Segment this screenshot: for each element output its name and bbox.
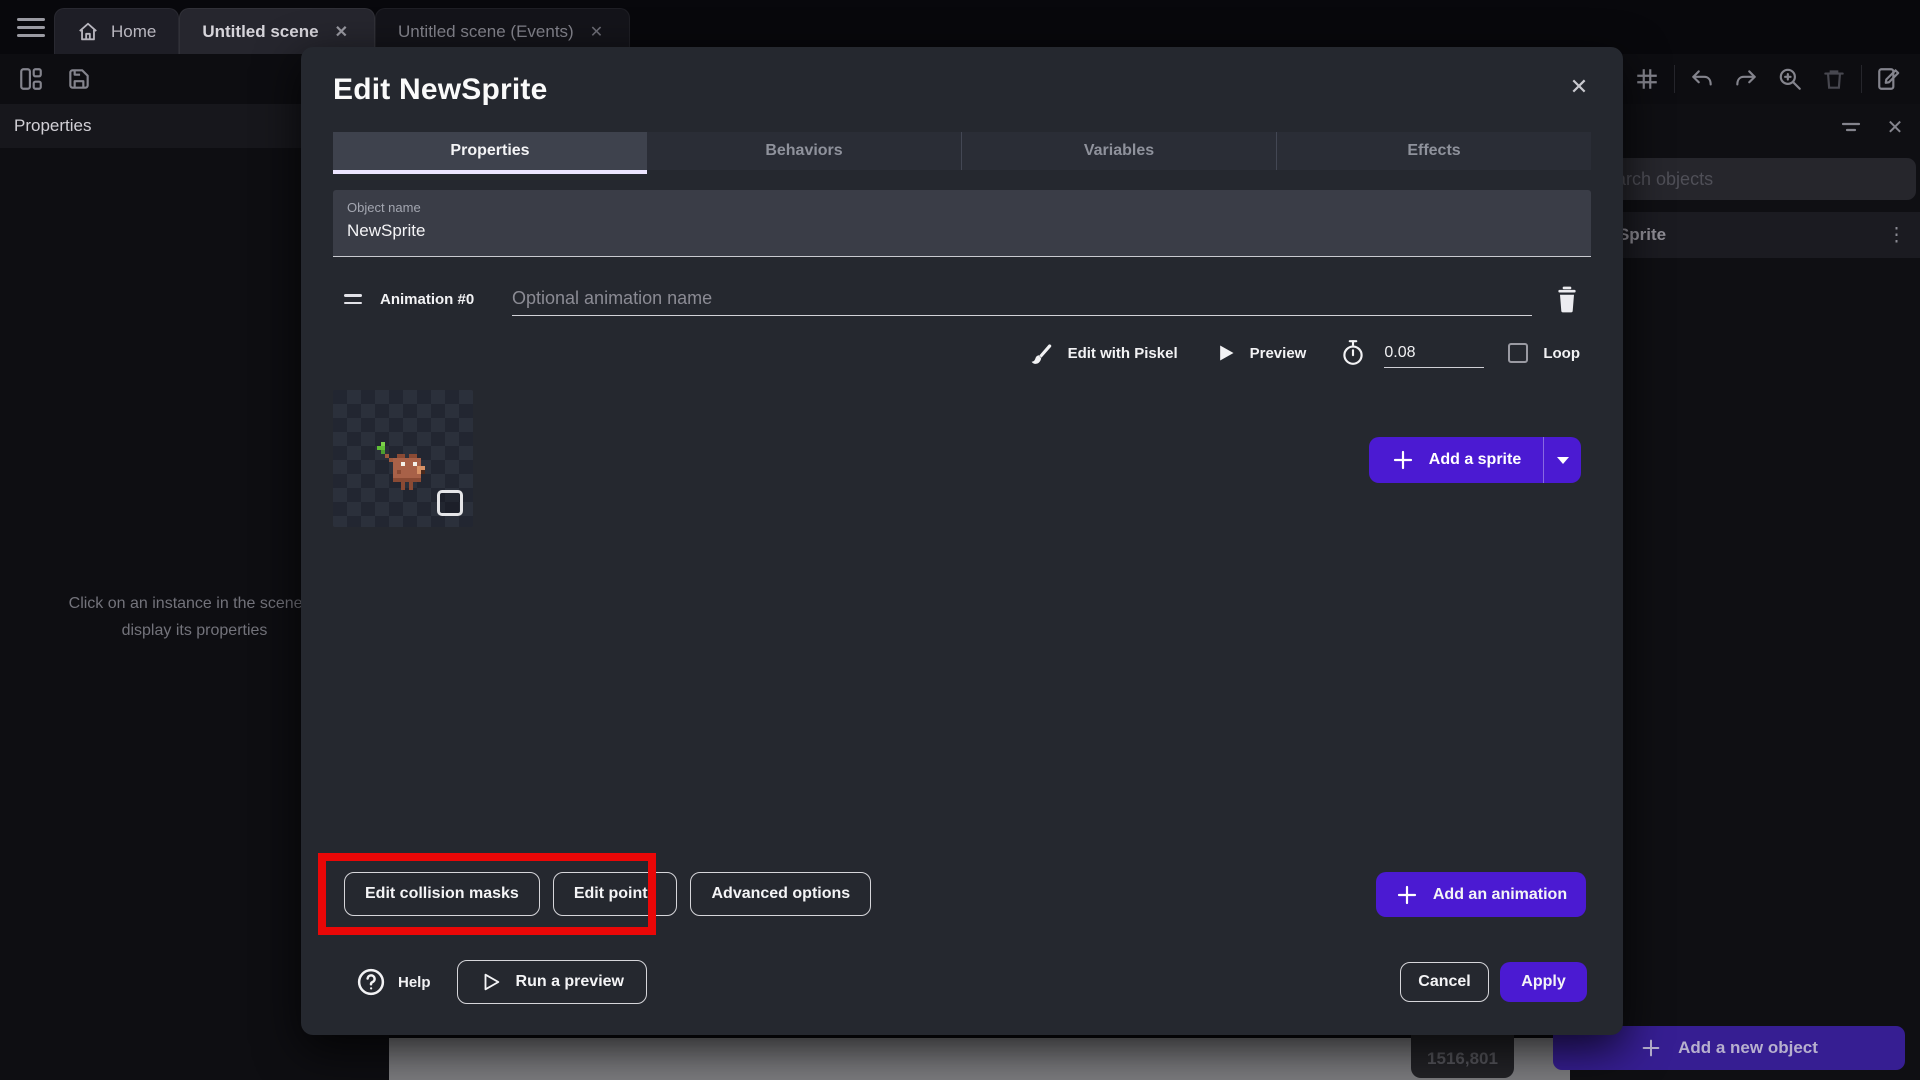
grid-icon[interactable] bbox=[1630, 62, 1664, 96]
cancel-button[interactable]: Cancel bbox=[1400, 962, 1489, 1002]
tab-variables[interactable]: Variables bbox=[961, 132, 1276, 170]
dialog-actions: Help Run a preview Cancel Apply bbox=[356, 959, 1587, 1005]
delete-icon[interactable] bbox=[1817, 62, 1851, 96]
object-menu-icon[interactable]: ⋮ bbox=[1887, 224, 1906, 247]
edit-collision-masks-button[interactable]: Edit collision masks bbox=[344, 872, 540, 916]
object-name-field[interactable]: Object name NewSprite bbox=[333, 190, 1591, 257]
gdevelop-window: Home Untitled scene ✕ Untitled scene (Ev… bbox=[0, 0, 1920, 1080]
edit-points-button[interactable]: Edit points bbox=[552, 872, 678, 916]
animation-label: Animation #0 bbox=[380, 290, 475, 308]
edit-object-dialog: Edit NewSprite ✕ Properties Behaviors Va… bbox=[301, 47, 1623, 1035]
sprite-edit-buttons: Edit collision masks Edit points Advance… bbox=[344, 872, 872, 916]
window-tab-bar: Home Untitled scene ✕ Untitled scene (Ev… bbox=[0, 0, 1920, 54]
brush-icon bbox=[1030, 341, 1054, 365]
animation-toolbar: Edit with Piskel Preview Loop bbox=[344, 335, 1580, 371]
plus-icon bbox=[1397, 885, 1416, 904]
drag-handle-icon[interactable] bbox=[344, 294, 362, 304]
preview-animation-button[interactable]: Preview bbox=[1216, 343, 1306, 363]
save-icon[interactable] bbox=[62, 62, 96, 96]
animation-name-input[interactable] bbox=[512, 282, 1532, 316]
home-icon bbox=[77, 21, 99, 43]
advanced-options-button[interactable]: Advanced options bbox=[690, 872, 872, 916]
panels-layout-icon[interactable] bbox=[14, 62, 48, 96]
sprite-frame-thumbnail[interactable] bbox=[333, 390, 473, 527]
tab-home[interactable]: Home bbox=[54, 8, 180, 54]
close-panel-icon[interactable]: ✕ bbox=[1882, 114, 1908, 140]
toolbar-divider bbox=[1861, 65, 1862, 93]
help-button[interactable]: Help bbox=[356, 967, 431, 997]
tab-label: Untitled scene bbox=[202, 21, 319, 41]
play-outline-icon bbox=[484, 973, 499, 991]
zoom-in-icon[interactable] bbox=[1773, 62, 1807, 96]
main-menu-button[interactable] bbox=[12, 12, 50, 42]
run-preview-button[interactable]: Run a preview bbox=[456, 960, 647, 1004]
delete-animation-icon[interactable] bbox=[1554, 285, 1580, 313]
dialog-title: Edit NewSprite bbox=[333, 73, 548, 106]
chevron-down-icon bbox=[1556, 456, 1569, 464]
plus-icon bbox=[1393, 450, 1412, 470]
add-sprite-split-button[interactable]: Add a sprite bbox=[1369, 437, 1581, 483]
pig-sprite-image bbox=[377, 442, 425, 490]
help-icon bbox=[356, 967, 386, 997]
play-icon bbox=[1216, 343, 1236, 363]
dialog-tabs: Properties Behaviors Variables Effects bbox=[333, 132, 1591, 174]
loop-label: Loop bbox=[1543, 344, 1580, 362]
undo-icon[interactable] bbox=[1685, 62, 1719, 96]
redo-icon[interactable] bbox=[1729, 62, 1763, 96]
close-tab-icon[interactable]: ✕ bbox=[586, 20, 607, 44]
timer-icon bbox=[1340, 339, 1366, 367]
object-name-field-label: Object name bbox=[347, 200, 421, 215]
scene-canvas-background bbox=[389, 1038, 1570, 1080]
search-objects-input[interactable] bbox=[1580, 158, 1916, 200]
tab-effects[interactable]: Effects bbox=[1276, 132, 1591, 170]
filter-icon[interactable] bbox=[1838, 114, 1864, 140]
edit-scene-properties-icon[interactable] bbox=[1872, 62, 1906, 96]
apply-button[interactable]: Apply bbox=[1500, 962, 1587, 1002]
tab-properties[interactable]: Properties bbox=[333, 132, 647, 174]
edit-with-piskel-button[interactable]: Edit with Piskel bbox=[1030, 341, 1178, 365]
loop-checkbox[interactable] bbox=[1508, 343, 1529, 363]
close-tab-icon[interactable]: ✕ bbox=[331, 20, 352, 44]
time-between-frames-input[interactable] bbox=[1384, 338, 1485, 368]
select-frame-checkbox[interactable] bbox=[437, 490, 463, 516]
tab-behaviors[interactable]: Behaviors bbox=[647, 132, 961, 170]
plus-icon bbox=[1642, 1039, 1660, 1057]
tab-label: Home bbox=[111, 21, 157, 41]
toolbar-divider bbox=[1674, 65, 1675, 93]
close-dialog-icon[interactable]: ✕ bbox=[1563, 71, 1595, 103]
add-animation-button[interactable]: Add an animation bbox=[1376, 872, 1586, 917]
add-sprite-dropdown[interactable] bbox=[1543, 437, 1581, 483]
object-name-field-value: NewSprite bbox=[347, 221, 426, 240]
tab-label: Untitled scene (Events) bbox=[397, 21, 574, 41]
animation-row: Animation #0 bbox=[344, 279, 1580, 319]
